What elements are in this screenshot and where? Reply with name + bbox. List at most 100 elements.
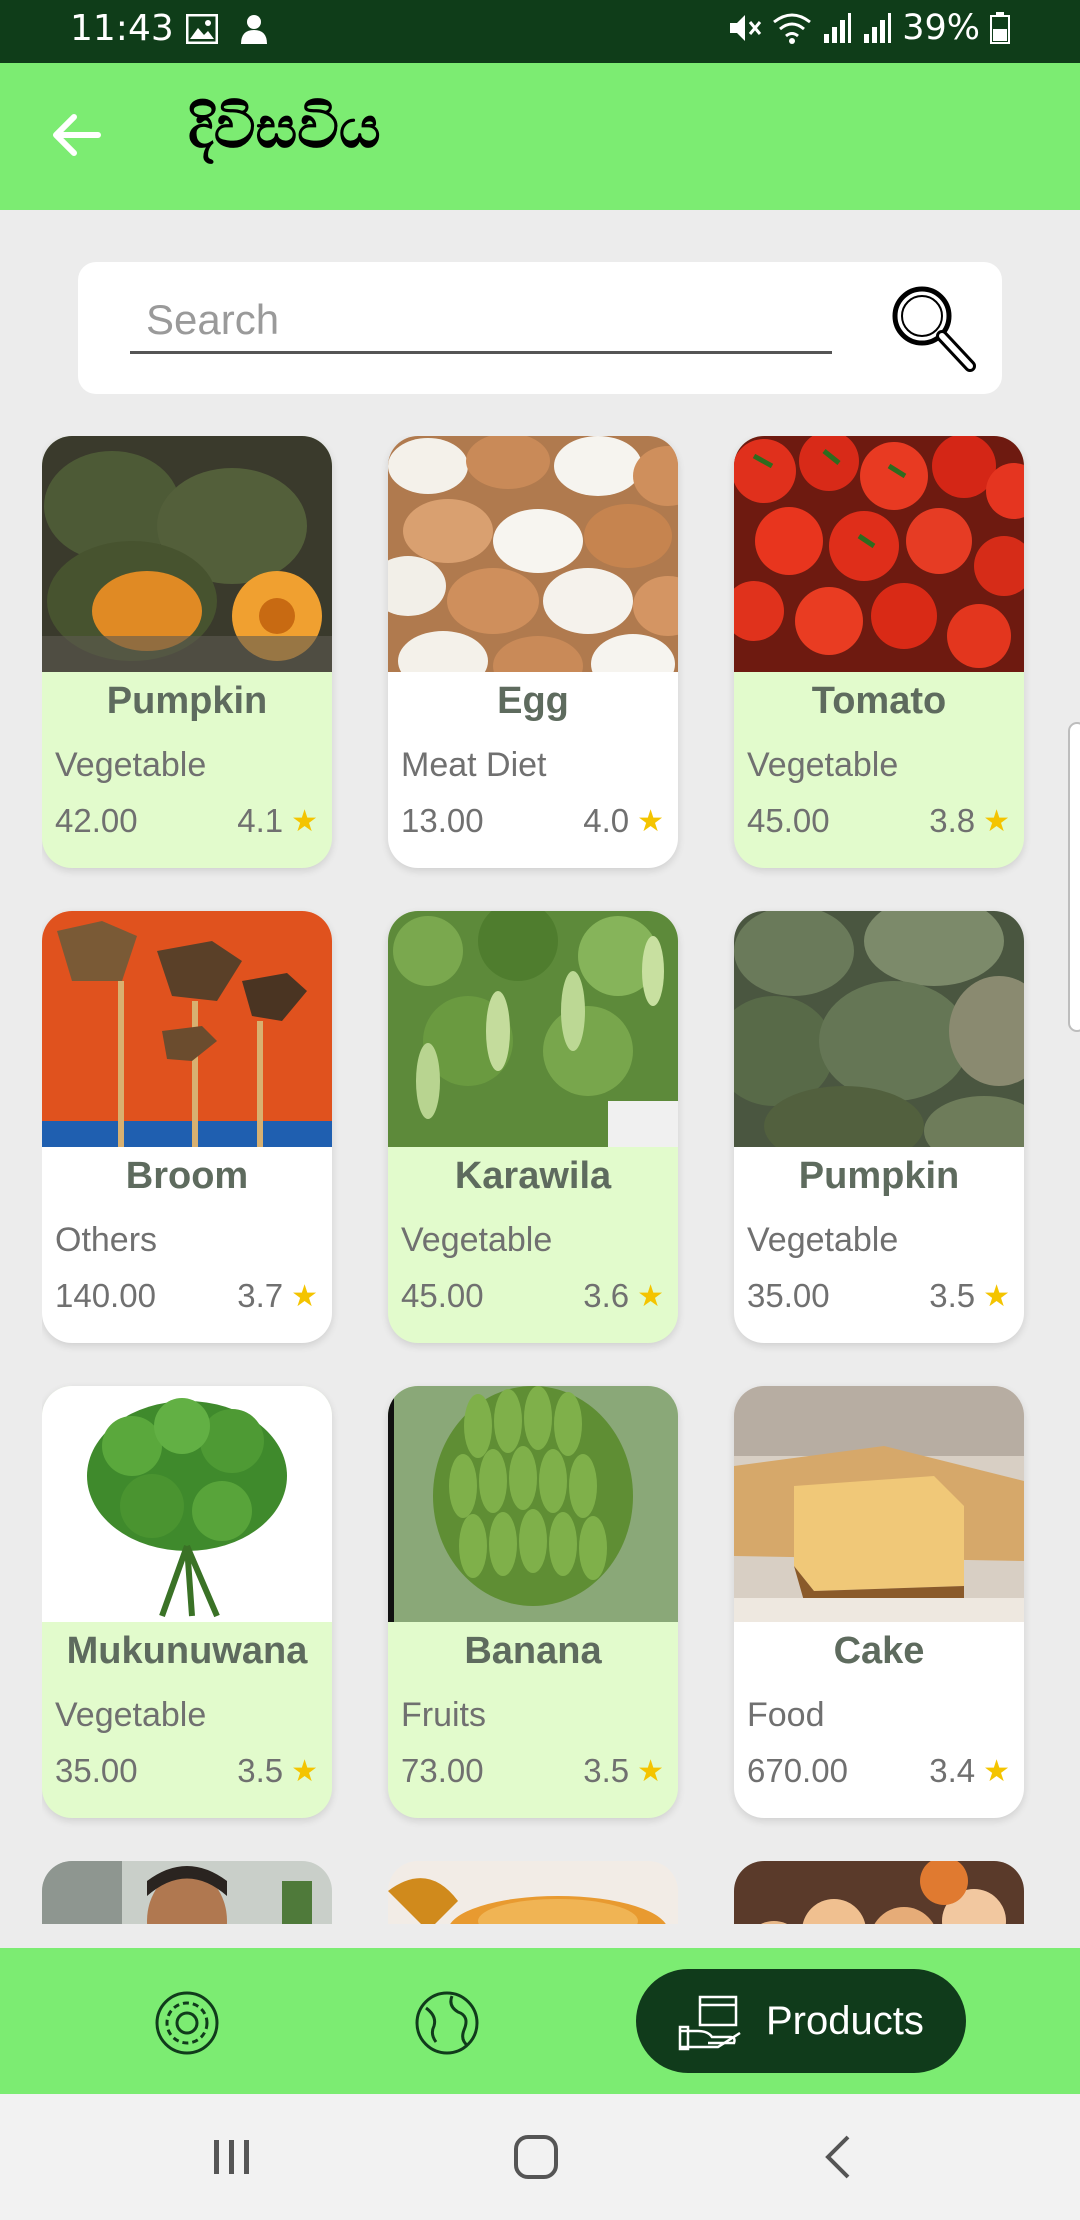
star-icon: ★: [291, 1754, 318, 1788]
product-price: 42.00: [55, 802, 138, 839]
app-bar: දිවිසවිය: [0, 63, 1080, 210]
product-image: [388, 436, 678, 672]
product-card[interactable]: Cake Food 670.00 3.4 ★: [734, 1386, 1024, 1818]
product-category: Meat Diet: [401, 746, 547, 784]
rating-value: 4.0: [583, 802, 630, 839]
product-image: [734, 911, 1024, 1147]
product-name: Banana: [464, 1630, 602, 1672]
scroll-handle[interactable]: [1068, 722, 1080, 1032]
image-icon: [186, 14, 218, 44]
rating-value: 3.5: [929, 1277, 976, 1314]
rating-value: 3.4: [929, 1752, 976, 1789]
product-category: Vegetable: [55, 746, 207, 784]
product-category: Vegetable: [401, 1221, 553, 1259]
rating-value: 4.1: [237, 802, 284, 839]
magnifier-icon[interactable]: [884, 280, 984, 380]
product-category: Vegetable: [747, 1221, 899, 1259]
product-category: Vegetable: [55, 1696, 207, 1734]
product-card[interactable]: Egg Meat Diet 13.00 4.0 ★: [388, 436, 678, 868]
star-icon: ★: [291, 1279, 318, 1313]
product-name: Egg: [497, 680, 569, 722]
product-card-partial[interactable]: [42, 1861, 332, 1924]
product-image: [734, 1386, 1024, 1622]
signal-icon: [824, 13, 852, 43]
product-rating: 3.5 ★: [583, 1752, 664, 1790]
rating-value: 3.7: [237, 1277, 284, 1314]
wifi-icon: [773, 13, 812, 44]
settings-gear-icon[interactable]: [152, 1988, 222, 2058]
rating-value: 3.5: [237, 1752, 284, 1789]
product-rating: 3.6 ★: [583, 1277, 664, 1315]
star-icon: ★: [637, 1754, 664, 1788]
page-title: දිවිසවිය: [188, 93, 381, 161]
product-image: [42, 436, 332, 672]
product-category: Fruits: [401, 1696, 486, 1734]
battery-icon: [990, 12, 1010, 44]
product-name: Broom: [125, 1155, 249, 1197]
product-category: Food: [747, 1696, 825, 1734]
product-name: Pumpkin: [106, 680, 268, 722]
status-bar: 11:43 39%: [0, 0, 1080, 63]
product-image: [388, 911, 678, 1147]
star-icon: ★: [983, 1279, 1010, 1313]
star-icon: ★: [291, 804, 318, 838]
signal-icon: [864, 13, 892, 43]
product-rating: 3.4 ★: [929, 1752, 1010, 1790]
product-card-partial[interactable]: [734, 1861, 1024, 1924]
product-price: 45.00: [747, 802, 830, 839]
products-box-icon: [678, 1995, 741, 2051]
product-name: Tomato: [811, 680, 947, 722]
product-name: Cake: [833, 1630, 925, 1672]
battery-percent: 39%: [902, 8, 980, 48]
bottom-nav: Products: [0, 1948, 1080, 2094]
back-nav-icon[interactable]: [812, 2132, 868, 2182]
product-price: 35.00: [55, 1752, 138, 1789]
product-card[interactable]: Pumpkin Vegetable 35.00 3.5 ★: [734, 911, 1024, 1343]
product-rating: 3.5 ★: [929, 1277, 1010, 1315]
product-price: 670.00: [747, 1752, 848, 1789]
product-card[interactable]: Banana Fruits 73.00 3.5 ★: [388, 1386, 678, 1818]
product-card[interactable]: Broom Others 140.00 3.7 ★: [42, 911, 332, 1343]
product-card-partial[interactable]: [388, 1861, 678, 1924]
product-image: [734, 436, 1024, 672]
product-card[interactable]: Tomato Vegetable 45.00 3.8 ★: [734, 436, 1024, 868]
product-card[interactable]: Karawila Vegetable 45.00 3.6 ★: [388, 911, 678, 1343]
product-rating: 3.7 ★: [237, 1277, 318, 1315]
search-card: [78, 262, 1002, 394]
product-price: 73.00: [401, 1752, 484, 1789]
product-rating: 3.5 ★: [237, 1752, 318, 1790]
product-name: Karawila: [454, 1155, 612, 1197]
home-icon[interactable]: [508, 2132, 564, 2182]
recent-apps-icon[interactable]: [204, 2132, 260, 2182]
product-image: [42, 1386, 332, 1622]
product-price: 45.00: [401, 1277, 484, 1314]
globe-icon[interactable]: [412, 1988, 482, 2058]
product-price: 13.00: [401, 802, 484, 839]
rating-value: 3.5: [583, 1752, 630, 1789]
arrow-left-icon[interactable]: [44, 103, 108, 167]
status-time: 11:43: [70, 8, 174, 49]
product-card[interactable]: Pumpkin Vegetable 42.00 4.1 ★: [42, 436, 332, 868]
product-rating: 4.0 ★: [583, 802, 664, 840]
star-icon: ★: [983, 804, 1010, 838]
product-image: [388, 1386, 678, 1622]
rating-value: 3.6: [583, 1277, 630, 1314]
rating-value: 3.8: [929, 802, 976, 839]
search-input[interactable]: [130, 288, 832, 354]
product-name: Pumpkin: [798, 1155, 960, 1197]
product-card[interactable]: Mukunuwana Vegetable 35.00 3.5 ★: [42, 1386, 332, 1818]
person-icon: [241, 15, 267, 44]
system-nav-bar: [0, 2094, 1080, 2220]
product-category: Others: [55, 1221, 158, 1259]
nav-products-tab[interactable]: Products: [636, 1969, 966, 2073]
star-icon: ★: [637, 804, 664, 838]
product-grid: Pumpkin Vegetable 42.00 4.1 ★ Egg Meat Di…: [42, 436, 1042, 1924]
product-rating: 4.1 ★: [237, 802, 318, 840]
product-price: 140.00: [55, 1277, 156, 1314]
nav-products-label: Products: [766, 1998, 924, 2043]
star-icon: ★: [983, 1754, 1010, 1788]
product-price: 35.00: [747, 1277, 830, 1314]
star-icon: ★: [637, 1279, 664, 1313]
product-image: [42, 911, 332, 1147]
mute-icon: [730, 15, 762, 41]
